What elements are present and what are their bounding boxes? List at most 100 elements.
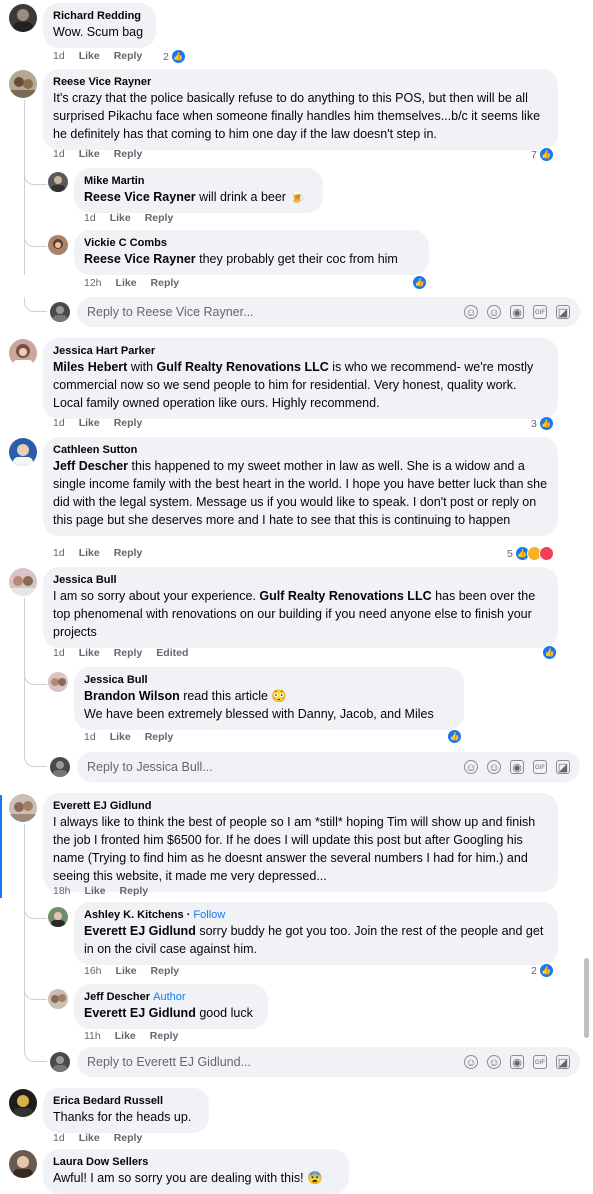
camera-icon[interactable]: ◉ <box>510 305 524 319</box>
reply-input[interactable]: Reply to Jessica Bull... ☺ ☺ ◉ GIF ◪ <box>77 752 580 782</box>
avatar[interactable] <box>48 907 68 927</box>
mention-link[interactable]: Everett EJ Gidlund <box>84 1006 196 1020</box>
like-button[interactable]: Like <box>79 547 100 559</box>
avatar[interactable] <box>48 235 68 255</box>
mention-link[interactable]: Miles Hebert <box>53 360 127 374</box>
reaction-count[interactable]: 3 👍 <box>531 416 554 431</box>
reply-button[interactable]: Reply <box>145 212 174 224</box>
reply-button[interactable]: Reply <box>114 547 143 559</box>
avatar[interactable] <box>9 1150 37 1178</box>
reply-button[interactable]: Reply <box>120 885 149 897</box>
reaction-count[interactable]: 5 👍 <box>507 546 554 561</box>
reaction-count[interactable]: 2 👍 <box>531 963 554 978</box>
reaction-count[interactable]: 7 👍 <box>531 147 554 162</box>
author-name[interactable]: Erica Bedard Russell <box>53 1094 199 1108</box>
timestamp[interactable]: 1d <box>84 731 96 743</box>
avatar[interactable] <box>48 672 68 692</box>
like-button[interactable]: Like <box>79 647 100 659</box>
timestamp[interactable]: 1d <box>53 547 65 559</box>
like-button[interactable]: Like <box>110 731 131 743</box>
timestamp[interactable]: 1d <box>53 50 65 62</box>
reply-button[interactable]: Reply <box>145 731 174 743</box>
mention-link[interactable]: Reese Vice Rayner <box>84 252 196 266</box>
author-name[interactable]: Jeff Descher <box>84 991 150 1003</box>
avatar[interactable] <box>50 757 70 777</box>
reply-button[interactable]: Reply <box>151 965 180 977</box>
like-button[interactable]: Like <box>79 50 100 62</box>
author-name[interactable]: Richard Redding <box>53 9 146 23</box>
reaction-count[interactable]: 👍 <box>542 645 557 660</box>
gif-icon[interactable]: GIF <box>533 760 547 774</box>
avatar[interactable] <box>9 70 37 98</box>
reply-button[interactable]: Reply <box>150 1030 179 1042</box>
author-name[interactable]: Vickie C Combs <box>84 236 419 250</box>
reply-button[interactable]: Reply <box>114 148 143 160</box>
reply-input[interactable]: Reply to Reese Vice Rayner... ☺ ☺ ◉ GIF … <box>77 297 580 327</box>
gif-icon[interactable]: GIF <box>533 1055 547 1069</box>
author-name[interactable]: Everett EJ Gidlund <box>53 799 548 813</box>
reaction-count[interactable]: 👍 <box>447 729 462 744</box>
avatar[interactable] <box>9 794 37 822</box>
timestamp[interactable]: 1d <box>53 1132 65 1144</box>
mention-link[interactable]: Brandon Wilson <box>84 689 180 703</box>
emoji-icon[interactable]: ☺ <box>487 760 501 774</box>
reply-button[interactable]: Reply <box>151 277 180 289</box>
avatar[interactable] <box>9 339 37 367</box>
timestamp[interactable]: 11h <box>84 1030 101 1042</box>
mention-link[interactable]: Reese Vice Rayner <box>84 190 196 204</box>
mention-link[interactable]: Jeff Descher <box>53 459 128 473</box>
timestamp[interactable]: 1d <box>53 417 65 429</box>
reply-button[interactable]: Reply <box>114 50 143 62</box>
mention-link[interactable]: Gulf Realty Renovations LLC <box>259 589 431 603</box>
timestamp[interactable]: 1d <box>84 212 96 224</box>
mention-link[interactable]: Everett EJ Gidlund <box>84 924 196 938</box>
timestamp[interactable]: 1d <box>53 148 65 160</box>
reaction-count[interactable]: 👍 <box>412 275 427 290</box>
camera-icon[interactable]: ◉ <box>510 760 524 774</box>
author-name[interactable]: Cathleen Sutton <box>53 443 548 457</box>
emoji-icon[interactable]: ☺ <box>487 1055 501 1069</box>
reply-button[interactable]: Reply <box>114 1132 143 1144</box>
like-button[interactable]: Like <box>79 417 100 429</box>
like-button[interactable]: Like <box>116 277 137 289</box>
avatar-icon[interactable]: ☺ <box>464 760 478 774</box>
author-name[interactable]: Jessica Bull <box>53 573 548 587</box>
mention-link[interactable]: Gulf Realty Renovations LLC <box>157 360 329 374</box>
like-button[interactable]: Like <box>79 148 100 160</box>
follow-button[interactable]: Follow <box>193 909 225 921</box>
reaction-count[interactable]: 2 👍 <box>163 49 186 64</box>
timestamp[interactable]: 12h <box>84 277 102 289</box>
avatar[interactable] <box>9 4 37 32</box>
like-button[interactable]: Like <box>110 212 131 224</box>
avatar[interactable] <box>50 1052 70 1072</box>
author-name[interactable]: Ashley K. Kitchens <box>84 909 184 921</box>
avatar[interactable] <box>48 989 68 1009</box>
author-name[interactable]: Jessica Bull <box>84 673 454 687</box>
author-name[interactable]: Laura Dow Sellers <box>53 1155 339 1169</box>
reply-input[interactable]: Reply to Everett EJ Gidlund... ☺ ☺ ◉ GIF… <box>77 1047 580 1077</box>
reply-button[interactable]: Reply <box>114 417 143 429</box>
scrollbar-thumb[interactable] <box>584 958 589 1038</box>
camera-icon[interactable]: ◉ <box>510 1055 524 1069</box>
sticker-icon[interactable]: ◪ <box>556 1055 570 1069</box>
avatar[interactable] <box>9 1089 37 1117</box>
author-name[interactable]: Reese Vice Rayner <box>53 75 548 89</box>
avatar[interactable] <box>9 568 37 596</box>
author-name[interactable]: Mike Martin <box>84 174 313 188</box>
avatar[interactable] <box>48 172 68 192</box>
avatar-icon[interactable]: ☺ <box>464 305 478 319</box>
like-button[interactable]: Like <box>116 965 137 977</box>
like-button[interactable]: Like <box>85 885 106 897</box>
like-button[interactable]: Like <box>79 1132 100 1144</box>
sticker-icon[interactable]: ◪ <box>556 760 570 774</box>
author-name[interactable]: Jessica Hart Parker <box>53 344 548 358</box>
sticker-icon[interactable]: ◪ <box>556 305 570 319</box>
like-button[interactable]: Like <box>115 1030 136 1042</box>
emoji-icon[interactable]: ☺ <box>487 305 501 319</box>
timestamp[interactable]: 18h <box>53 885 71 897</box>
gif-icon[interactable]: GIF <box>533 305 547 319</box>
timestamp[interactable]: 1d <box>53 647 65 659</box>
avatar-icon[interactable]: ☺ <box>464 1055 478 1069</box>
timestamp[interactable]: 16h <box>84 965 102 977</box>
avatar[interactable] <box>9 438 37 466</box>
